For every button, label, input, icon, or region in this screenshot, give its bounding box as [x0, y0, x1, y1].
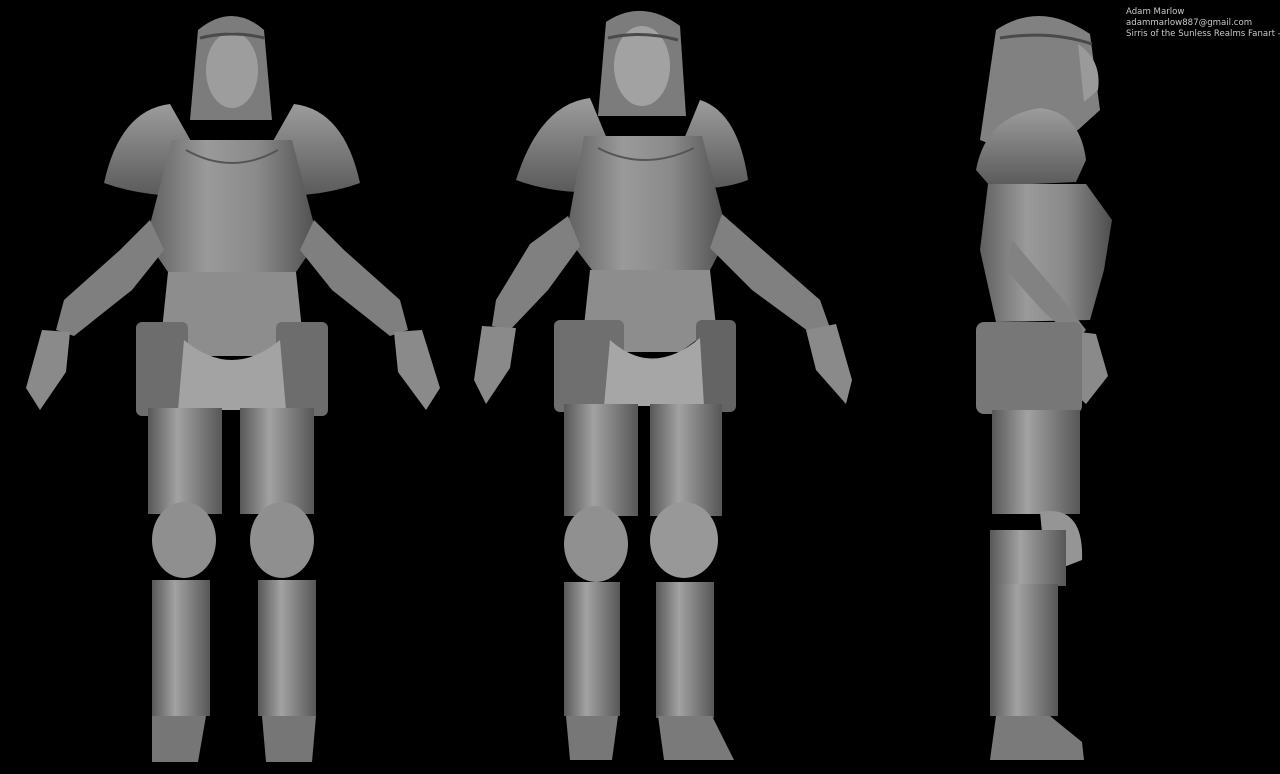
artist-credits: Adam Marlow adammarlow887@gmail.com Sirr…	[1126, 7, 1280, 40]
figure-front-view	[26, 16, 440, 762]
figure-three-quarter-view	[474, 10, 852, 760]
render-canvas	[0, 0, 1280, 774]
artist-name: Adam Marlow	[1126, 7, 1185, 17]
sculpt-renders	[26, 10, 1112, 762]
artwork-title: Sirris of the Sunless Realms Fanart - WI…	[1126, 29, 1280, 39]
artist-email: adammarlow887@gmail.com	[1126, 18, 1253, 28]
figure-side-view	[976, 15, 1112, 760]
